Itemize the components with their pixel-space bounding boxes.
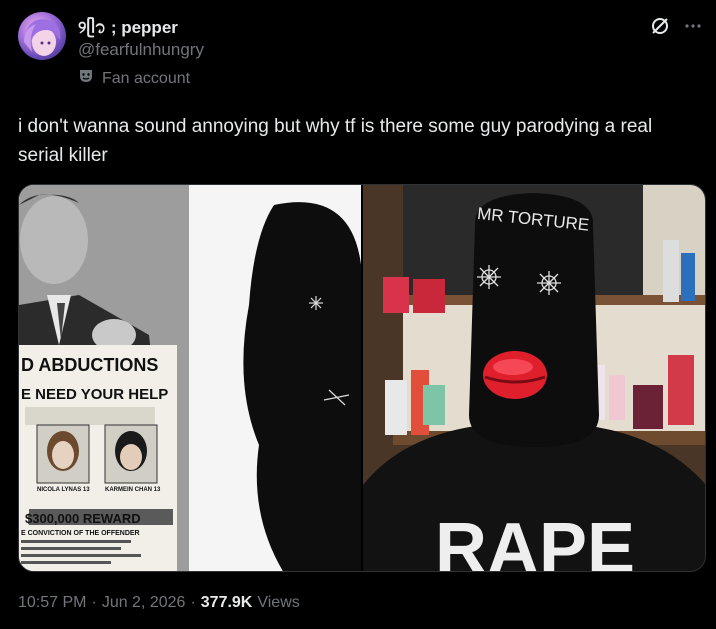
- tweet-header: ୨ᥫ᭡ ; pepper @fearfulnhungry Fan account: [18, 12, 704, 92]
- victim-2-name: KARMEIN CHAN 13: [105, 487, 161, 493]
- avatar-art: [24, 19, 61, 56]
- victim-1-name: NICOLA LYNAS 13: [37, 487, 90, 493]
- tweet-time[interactable]: 10:57 PM: [18, 594, 86, 612]
- tweet-text: i don't wanna sound annoying but why tf …: [18, 116, 653, 166]
- poster-subhead: E NEED YOUR HELP: [21, 386, 168, 403]
- label-text: Fan account: [102, 69, 191, 87]
- more-icon[interactable]: [684, 17, 702, 40]
- media-image-right[interactable]: RAPE MR TORTURE: [363, 185, 705, 571]
- tweet-date[interactable]: Jun 2, 2026: [102, 594, 186, 612]
- theater-mask-icon: [78, 68, 94, 89]
- poster-headline: D ABDUCTIONS: [21, 355, 158, 375]
- user-handle[interactable]: @fearfulnhungry: [78, 40, 204, 60]
- avatar[interactable]: [18, 12, 66, 60]
- poster-conviction: E CONVICTION OF THE OFFENDER: [21, 530, 140, 537]
- fan-account-label: Fan account: [78, 68, 190, 89]
- poster-reward: $300,000 REWARD: [25, 511, 141, 526]
- meta-separator: ·: [91, 594, 97, 611]
- views-count[interactable]: 377.9K: [201, 594, 253, 612]
- shirt-text: RAPE: [435, 509, 635, 571]
- grok-icon[interactable]: [650, 16, 670, 41]
- views-label: Views: [257, 594, 300, 611]
- meta-separator: ·: [190, 594, 196, 611]
- newspaper-photo: D ABDUCTIONS E NEED YOUR HELP NICOLA LYN…: [19, 185, 361, 571]
- header-actions: [650, 16, 702, 41]
- tweet-meta: 10:57 PM · Jun 2, 2026 · 377.9K Views: [18, 594, 300, 612]
- masked-person-photo: RAPE MR TORTURE: [363, 185, 705, 571]
- media-grid[interactable]: D ABDUCTIONS E NEED YOUR HELP NICOLA LYN…: [18, 184, 706, 572]
- media-image-left[interactable]: D ABDUCTIONS E NEED YOUR HELP NICOLA LYN…: [19, 185, 361, 571]
